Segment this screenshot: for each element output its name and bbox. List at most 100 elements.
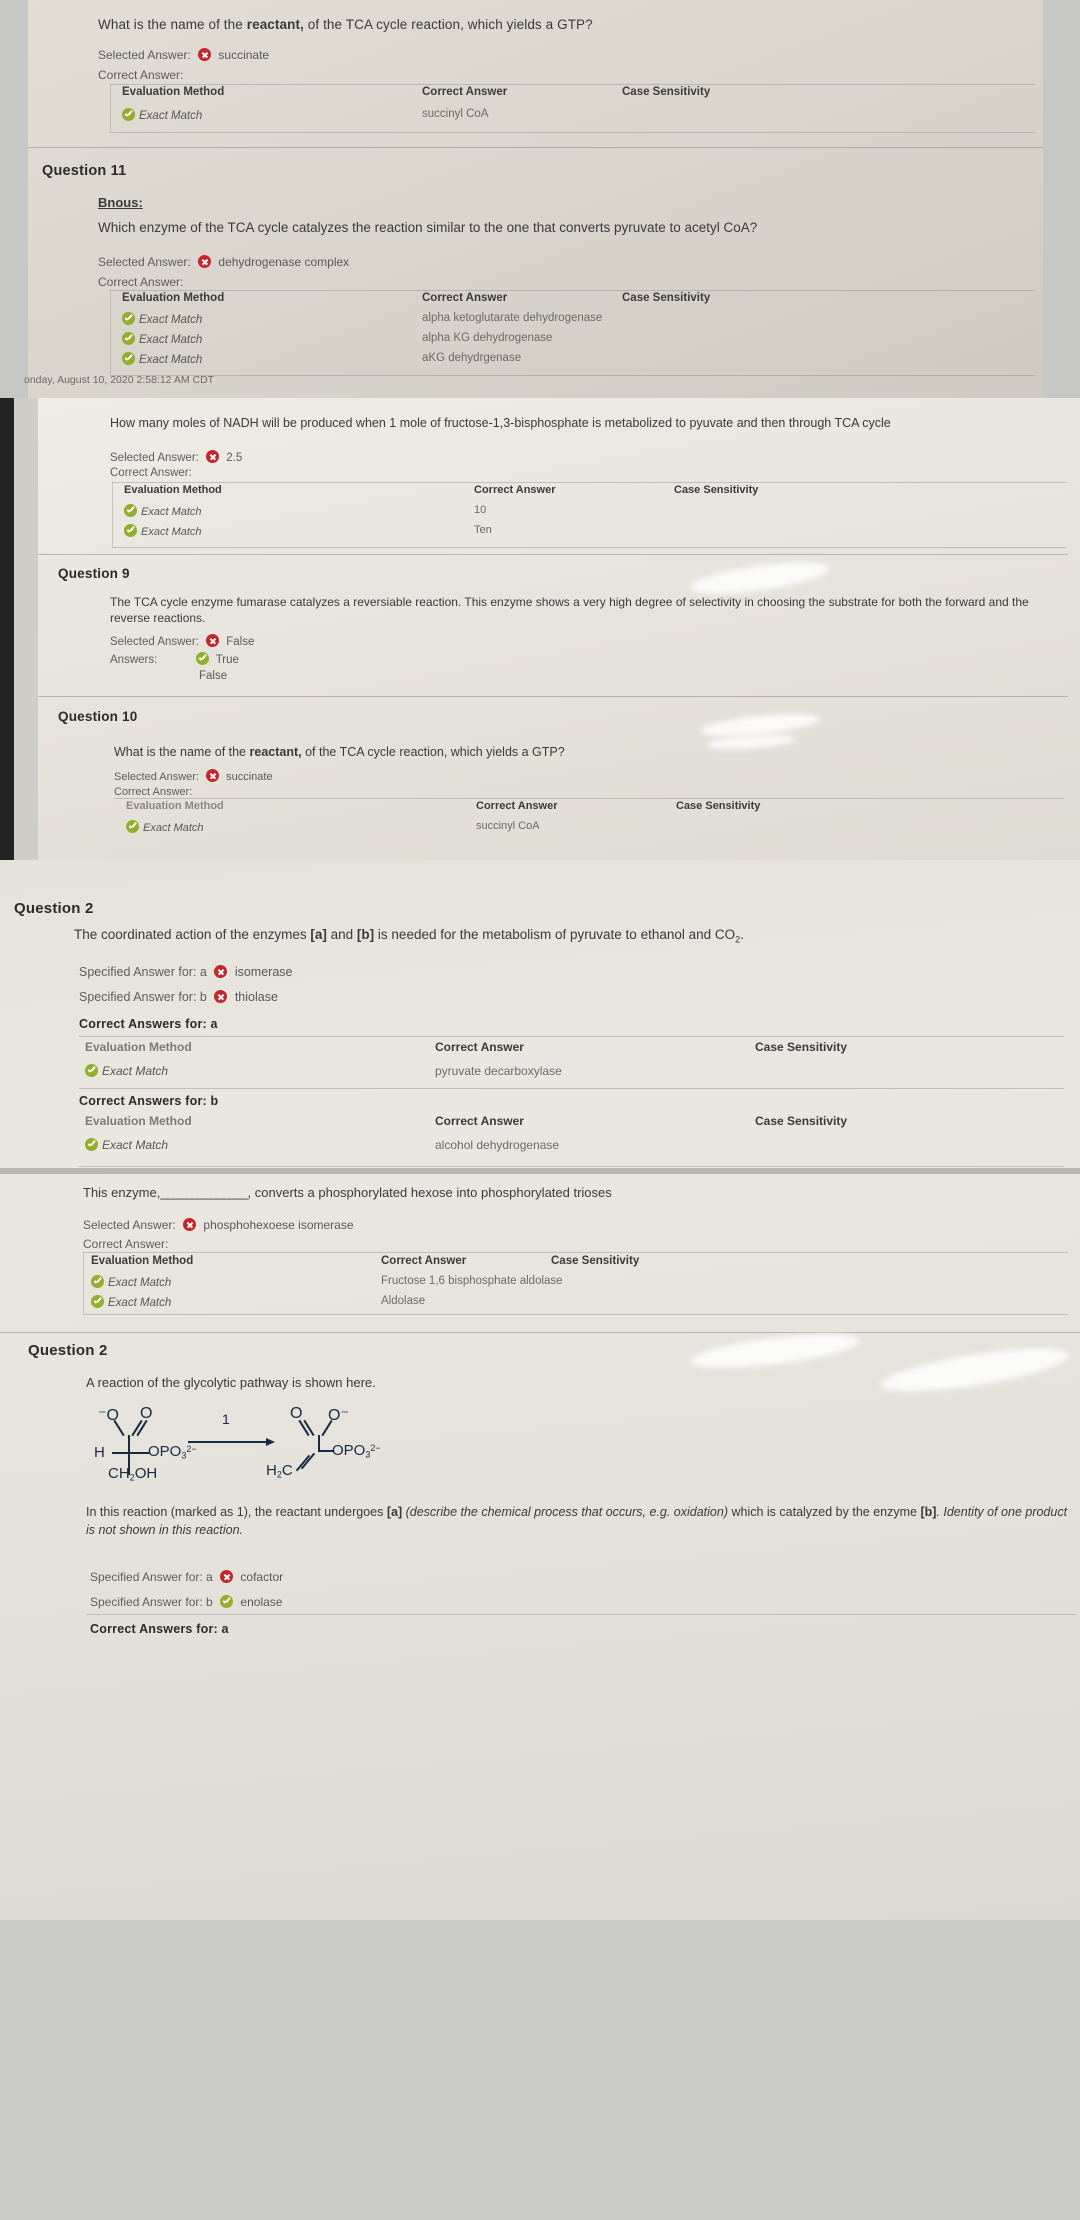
row-method: Exact Match [143,822,204,834]
table-bottom-border [79,1166,1064,1167]
col-evaluation-method: Evaluation Method [124,484,222,496]
col-evaluation-method: Evaluation Method [126,800,224,812]
explain-tag-a: [a] [386,1505,403,1519]
selected-answer-value: phosphohexoese isomerase [203,1218,354,1232]
bottom-table-border [86,1614,1076,1615]
step-number-label: 1 [222,1411,230,1427]
q2-tag-a: [a] [310,927,327,942]
correct-answer-label: Correct Answer: [110,467,192,479]
selected-answer-value: 2.5 [226,452,243,464]
enzyme-correct-answer-label-row: Correct Answer: [83,1237,168,1251]
col-correct-answer: Correct Answer [435,1114,524,1128]
panel2-left-strip [14,398,38,860]
opo3-label: OPO [148,1443,182,1460]
correct-answer-label: Correct Answer: [114,786,193,798]
question-11-heading: Question 11 [42,163,127,179]
row-method: Exact Match [102,1064,169,1078]
glycolysis-intro: A reaction of the glycolytic pathway is … [86,1375,376,1390]
correct-icon [124,524,137,537]
specified-answer-a-label: Specified Answer for: a [90,1570,213,1584]
table-row: Exact Match Ten [120,524,870,538]
correct-icon [91,1275,104,1288]
left-molecule-ch2oh: CH2OH [108,1465,157,1482]
table-bottom-border [110,375,1035,376]
selected-answer-label: Selected Answer: [83,1218,176,1232]
correct-icon [122,312,135,325]
q11-correct-answer-label-row: Correct Answer: [98,275,183,289]
reaction-arrow-head [266,1438,275,1446]
question-2b-heading: Question 2 [28,1342,108,1359]
col-case-sensitivity: Case Sensitivity [551,1255,640,1267]
q9-selected-answer-row: Selected Answer: False [110,634,254,648]
incorrect-icon [206,450,220,463]
opo3-label: OPO [332,1442,366,1459]
q10b-selected-answer-row: Selected Answer: succinate [114,769,273,783]
explain-a: In this reaction (marked as 1), the reac… [86,1505,387,1519]
table-row: Exact Match aKG dehydrgenase [118,352,818,366]
selected-answer-value: succinate [226,771,273,783]
correct-answer-label: Correct Answer: [98,68,184,82]
table-left-border [83,1252,84,1314]
selected-answer-label: Selected Answer: [110,636,199,648]
question-separator [38,554,1068,555]
specified-answer-b-value: thiolase [234,990,278,1004]
row-answer: aKG dehydrgenase [422,352,522,364]
row-case [751,1138,951,1152]
col-evaluation-method: Evaluation Method [85,1114,192,1128]
row-answer: 10 [474,504,487,516]
enzyme-text-a: This enzyme, [83,1185,161,1200]
explain-b: which is catalyzed by the enzyme [728,1505,921,1519]
question-10-heading: Question 10 [58,709,138,724]
table-bottom-border [79,1088,1064,1089]
row-answer: pyruvate decarboxylase [435,1064,562,1078]
correct-answers-for-a-heading: Correct Answers for: a [79,1017,218,1031]
correct-icon [220,1595,234,1608]
correct-icon [195,652,209,665]
table-header-row: Evaluation Method Correct Answer Case Se… [124,484,874,496]
qnadh-correct-answer-label-row: Correct Answer: [110,467,192,479]
enzyme-text-b: , converts a phosphorylated hexose into … [247,1185,612,1200]
row-answer: succinyl CoA [476,820,540,832]
reaction-diagram: ⁻O O H OPO32− CH2OH 1 O O⁻ H2C OPO32− [90,1405,510,1495]
table-row: Exact Match alpha KG dehydrogenase [118,332,818,346]
correct-icon [85,1064,98,1077]
selected-answer-value: False [226,636,255,648]
ch2oh-label: CH [108,1465,130,1482]
right-bond-alkene-1 [295,1454,311,1472]
table-row: Exact Match alcohol dehydrogenase [81,1138,951,1152]
row-case [670,504,870,518]
table-row: Exact Match alpha ketoglutarate dehydrog… [118,312,818,326]
incorrect-icon [214,965,228,978]
col-case-sensitivity: Case Sensitivity [622,86,711,98]
row-case [751,1064,951,1078]
question-separator [28,147,1043,148]
q10-selected-answer-row: Selected Answer: succinate [98,48,269,62]
q2-text-mid: and [326,927,357,942]
col-correct-answer: Correct Answer [474,484,556,496]
row-method: Exact Match [141,526,202,538]
screen-glare [705,732,797,752]
row-answer: alcohol dehydrogenase [435,1138,560,1152]
question-10-text: What is the name of the reactant, of the… [98,17,593,32]
incorrect-icon [220,1570,234,1583]
q10b-correct-answer-label-row: Correct Answer: [114,786,192,798]
panel-question-2-enzymes: Question 2 The coordinated action of the… [0,860,1080,1920]
question-separator [38,696,1068,697]
bonus-label: Bnous: [98,195,143,210]
q10-text-a: What is the name of the [98,17,247,32]
panel1-left-edge [0,0,28,398]
correct-icon [126,820,139,833]
question-2-heading: Question 2 [14,900,94,917]
row-method: Exact Match [141,506,202,518]
specified-answer-b-label: Specified Answer for: b [79,990,207,1004]
selected-answer-label: Selected Answer: [114,771,199,783]
right-bond-single [321,1419,333,1437]
table-left-border [110,290,111,375]
table-top-border [110,290,1035,291]
right-molecule-opo3: OPO32− [332,1442,381,1459]
incorrect-icon [206,769,220,782]
q10b-text-b: of the TCA cycle reaction, which yields … [301,745,565,759]
q9-answer-option-false: False [199,670,227,682]
h-label: H [94,1444,105,1461]
correct-answer-label: Correct Answer: [98,275,184,289]
